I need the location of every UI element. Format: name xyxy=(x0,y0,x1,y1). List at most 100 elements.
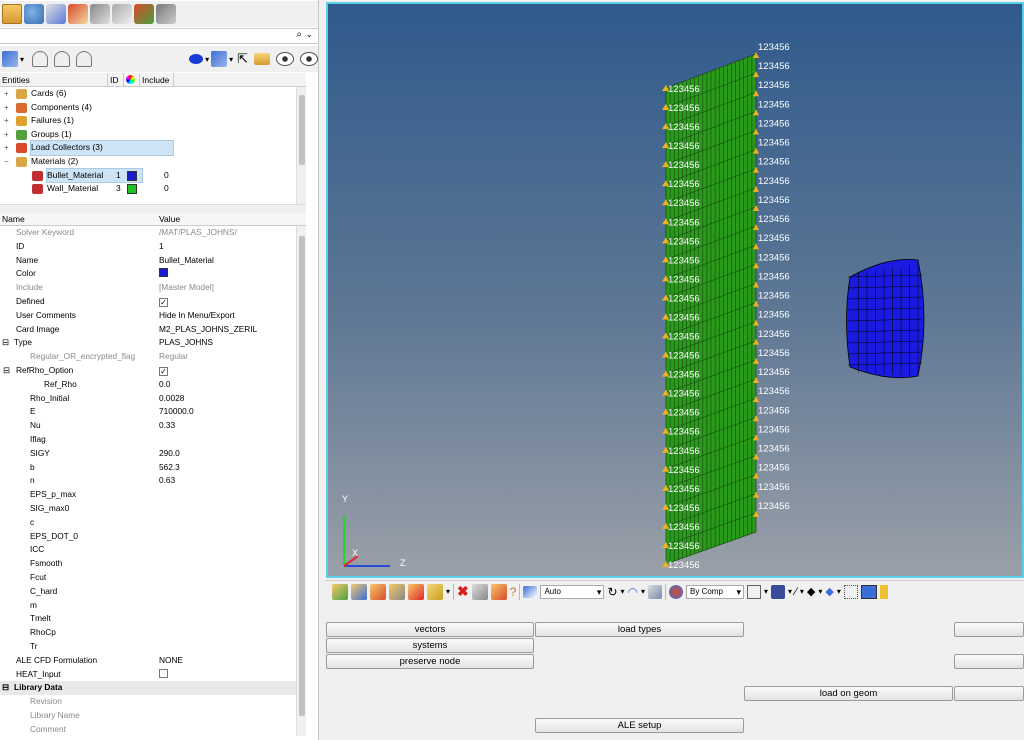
monitor-icon[interactable] xyxy=(860,584,877,599)
color-by-icon[interactable] xyxy=(189,54,204,64)
curve-chevron-icon[interactable]: ▾ xyxy=(641,587,645,596)
solver-browser-tab-icon[interactable] xyxy=(46,4,66,24)
property-row[interactable]: Library Name xyxy=(0,709,306,723)
tree-item-color-swatch[interactable] xyxy=(127,170,137,181)
property-value[interactable]: 0.0 xyxy=(159,378,171,392)
wireframe-icon[interactable] xyxy=(747,584,762,599)
property-row[interactable]: Revision xyxy=(0,695,306,709)
plane-chevron-icon[interactable]: ▾ xyxy=(818,587,822,596)
by-material-icon[interactable] xyxy=(370,583,386,600)
mask-icon[interactable] xyxy=(471,583,488,600)
property-value[interactable]: 710000.0 xyxy=(159,405,194,419)
help-query-icon[interactable]: ? xyxy=(510,585,517,599)
property-row[interactable]: Fsmooth xyxy=(0,557,306,571)
property-row[interactable]: Defined ✓ xyxy=(0,295,306,309)
search-options-chevron-icon[interactable]: ⌄ xyxy=(305,29,313,40)
search-icon[interactable]: ⌕ xyxy=(296,29,302,40)
property-row[interactable]: SIG_max0 xyxy=(0,502,306,516)
by-comp-select[interactable]: By Comp xyxy=(686,584,745,599)
surface-chevron-icon[interactable]: ▾ xyxy=(837,587,841,596)
tree-item[interactable]: + Groups (1) xyxy=(0,128,306,142)
entities-column-header[interactable]: Entities xyxy=(0,73,108,86)
property-expand-icon[interactable]: ⊟ xyxy=(3,364,10,378)
panel-divider[interactable] xyxy=(0,204,306,213)
utility-browser-tab-icon[interactable] xyxy=(24,4,44,24)
show-hide-toggle-eye-icon[interactable] xyxy=(276,52,294,66)
view-style-icon[interactable] xyxy=(211,51,228,67)
property-row[interactable]: ID 1 xyxy=(0,240,306,254)
property-value[interactable]: 290.0 xyxy=(159,447,180,461)
line-style-chevron-icon[interactable]: ▾ xyxy=(800,587,804,596)
property-value[interactable]: M2_PLAS_JOHNS_ZERIL xyxy=(159,323,257,337)
id-column-header[interactable]: ID xyxy=(108,73,124,86)
view-style-chevron-icon[interactable]: ▾ xyxy=(229,55,233,64)
auto-select[interactable]: Auto xyxy=(540,584,605,599)
load-on-geom-button[interactable]: load on geom xyxy=(744,686,953,701)
property-checkbox[interactable]: ✓ xyxy=(159,364,168,378)
shaded-icon[interactable] xyxy=(771,584,786,599)
property-value[interactable]: NONE xyxy=(159,654,183,668)
tree-item[interactable]: − Materials (2) xyxy=(0,155,306,169)
show-all-icon[interactable] xyxy=(32,51,49,67)
vectors-button[interactable]: vectors xyxy=(326,622,534,637)
rotate-icon[interactable]: ↻ xyxy=(607,585,617,599)
tree-expand-icon[interactable]: − xyxy=(4,155,9,169)
reset-icon[interactable] xyxy=(490,583,507,600)
more-tools-icon[interactable] xyxy=(879,584,888,599)
property-row[interactable]: ⊟ Type PLAS_JOHNS xyxy=(0,336,306,350)
property-row[interactable]: E 710000.0 xyxy=(0,405,306,419)
model-browser-tab-icon[interactable] xyxy=(2,4,22,24)
include-column-header[interactable]: Include xyxy=(140,73,174,86)
rotate-chevron-icon[interactable]: ▾ xyxy=(621,587,625,596)
property-row[interactable]: Card Image M2_PLAS_JOHNS_ZERIL xyxy=(0,323,306,337)
property-value[interactable]: 562.3 xyxy=(159,461,180,475)
systems-button[interactable]: systems xyxy=(326,638,534,653)
tree-expand-icon[interactable]: + xyxy=(4,87,9,101)
geometry-cube-icon[interactable] xyxy=(648,584,663,599)
property-row[interactable]: ⊟ Library Data xyxy=(0,681,306,696)
set-icon[interactable] xyxy=(427,583,443,600)
mask-browser-tab-icon[interactable] xyxy=(68,4,88,24)
property-value[interactable]: /MAT/PLAS_JOHNS/ xyxy=(159,226,237,240)
show-eye-icon[interactable] xyxy=(300,52,318,66)
panel-button-right-3[interactable] xyxy=(954,686,1024,701)
display-mode-icon[interactable] xyxy=(2,51,18,67)
color-by-chevron-icon[interactable]: ▾ xyxy=(205,55,209,64)
property-row[interactable]: Ref_Rho 0.0 xyxy=(0,378,306,392)
property-row[interactable]: Comment xyxy=(0,723,306,737)
property-value[interactable]: 1 xyxy=(159,240,164,254)
tree-item[interactable]: + Load Collectors (3) xyxy=(0,140,306,156)
property-expand-icon[interactable]: ⊟ xyxy=(2,336,9,350)
color-by-comp-icon[interactable] xyxy=(669,584,684,599)
graphics-viewport[interactable]: 123456 123456 123456 123456 123456 123456 1234… xyxy=(326,2,1024,578)
load-types-button[interactable]: load types xyxy=(535,622,744,637)
properties-scrollbar[interactable] xyxy=(296,226,306,736)
property-row[interactable]: ICC xyxy=(0,543,306,557)
property-row[interactable]: Color xyxy=(0,267,306,281)
model-scene[interactable]: 123456 123456 123456 123456 123456 123456 1234… xyxy=(328,4,1022,576)
by-assembly-icon[interactable] xyxy=(332,583,348,600)
property-row[interactable]: Regular_OR_encrypted_flag Regular xyxy=(0,350,306,364)
property-row[interactable]: RhoCp xyxy=(0,626,306,640)
tree-expand-icon[interactable]: + xyxy=(4,141,9,155)
surface-icon[interactable]: ◆ xyxy=(825,585,833,598)
property-color-swatch[interactable] xyxy=(159,267,168,281)
part-browser-tab-icon[interactable] xyxy=(134,4,154,24)
value-column-header[interactable]: Value xyxy=(159,213,180,226)
tree-expand-icon[interactable]: + xyxy=(4,101,9,115)
tree-item[interactable]: + Components (4) xyxy=(0,101,306,115)
property-row[interactable]: Nu 0.33 xyxy=(0,419,306,433)
tree-item-color-swatch[interactable] xyxy=(127,184,137,195)
property-row[interactable]: HEAT_Input xyxy=(0,668,306,682)
property-row[interactable]: Tmelt xyxy=(0,612,306,626)
property-row[interactable]: b 562.3 xyxy=(0,461,306,475)
tree-structure-icon[interactable] xyxy=(843,584,858,599)
results-browser-tab-icon[interactable] xyxy=(156,4,176,24)
include-browser-tab-icon[interactable] xyxy=(90,4,110,24)
tree-expand-icon[interactable]: + xyxy=(4,114,9,128)
left-panel-splitter[interactable] xyxy=(318,0,326,740)
property-value[interactable]: 0.63 xyxy=(159,474,175,488)
property-row[interactable]: Fcut xyxy=(0,571,306,585)
preserve-node-button[interactable]: preserve node xyxy=(326,654,534,669)
property-row[interactable]: Rho_Initial 0.0028 xyxy=(0,392,306,406)
